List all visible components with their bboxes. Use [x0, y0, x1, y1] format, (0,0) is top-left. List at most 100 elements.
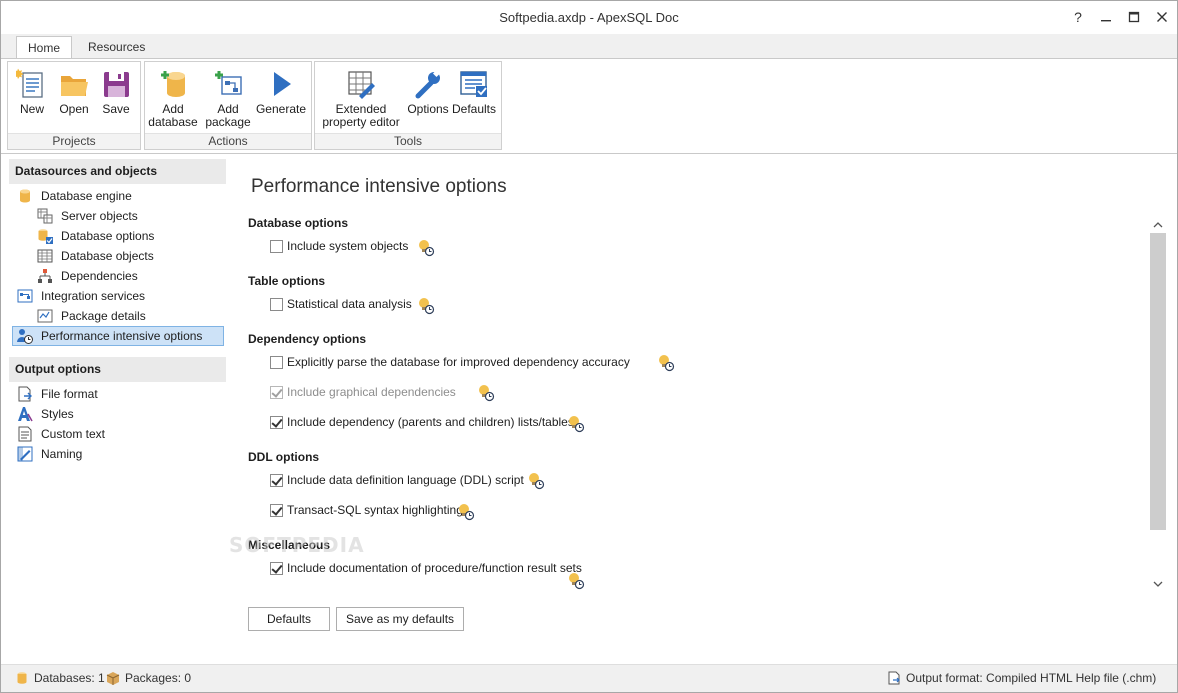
styles-icon	[18, 407, 33, 422]
database-options-icon	[38, 229, 53, 244]
status-output-format-text: Output format: Compiled HTML Help file (…	[906, 671, 1157, 685]
file-format-icon	[18, 386, 32, 402]
output-options-header: Output options	[9, 357, 226, 382]
datasources-header: Datasources and objects	[9, 159, 226, 184]
lightbulb-clock-icon	[419, 298, 435, 315]
close-icon	[1157, 12, 1167, 22]
option-include-result-sets[interactable]: Include documentation of procedure/funct…	[270, 560, 582, 576]
option-statistical-data-analysis[interactable]: Statistical data analysis	[270, 296, 412, 312]
option-include-ddl-script[interactable]: Include data definition language (DDL) s…	[270, 472, 524, 488]
open-button[interactable]: Open	[56, 64, 92, 116]
sidebar-item-package-details[interactable]: Package details	[37, 306, 146, 326]
lightbulb-clock-icon	[479, 385, 495, 402]
sidebar-label: Database objects	[61, 249, 154, 263]
property-editor-icon	[348, 71, 375, 99]
new-button[interactable]: New	[14, 64, 50, 116]
tools-group-label: Tools	[315, 133, 501, 149]
tab-home[interactable]: Home	[16, 36, 73, 60]
option-label: Include system objects	[287, 239, 409, 253]
save-as-my-defaults-button[interactable]: Save as my defaults	[336, 607, 464, 631]
options-button[interactable]: Options	[407, 64, 449, 116]
options-scrollbar[interactable]	[1150, 217, 1166, 592]
add-database-icon	[161, 71, 185, 97]
sidebar-item-integration-services[interactable]: Integration services	[17, 286, 145, 306]
generate-button[interactable]: Generate	[255, 64, 307, 116]
scrollbar-thumb[interactable]	[1150, 233, 1166, 530]
checkbox[interactable]	[270, 561, 283, 575]
database-icon	[20, 189, 30, 203]
lightbulb-clock-icon	[659, 355, 675, 372]
options-label: Options	[407, 102, 449, 116]
add-package-button[interactable]: Add package	[203, 64, 253, 129]
table-grid-icon	[37, 249, 53, 263]
checkbox[interactable]	[270, 503, 283, 517]
custom-text-icon	[18, 426, 32, 442]
performance-icon	[17, 329, 33, 344]
defaults-ribbon-button[interactable]: Defaults	[451, 64, 497, 116]
sidebar-item-database-objects[interactable]: Database objects	[37, 246, 154, 266]
dependencies-icon	[38, 269, 52, 283]
sidebar-item-database-options[interactable]: Database options	[37, 226, 154, 246]
checkbox[interactable]	[270, 415, 283, 429]
extended-property-editor-line2: property editor	[322, 115, 400, 129]
sidebar-label: Package details	[61, 309, 146, 323]
integration-services-icon	[17, 289, 33, 303]
save-disk-icon	[104, 72, 129, 97]
section-header-dependency-options: Dependency options	[248, 332, 367, 346]
watermark: SOFTPEDIA	[229, 533, 365, 557]
sidebar-item-server-objects[interactable]: Server objects	[37, 206, 138, 226]
checkbox[interactable]	[270, 297, 283, 311]
extended-property-editor-button[interactable]: Extended property editor	[319, 64, 403, 129]
status-output-format[interactable]: Output format: Compiled HTML Help file (…	[887, 671, 1156, 685]
sidebar-item-database-engine[interactable]: Database engine	[17, 186, 132, 206]
minimize-button[interactable]	[1092, 5, 1120, 29]
defaults-button[interactable]: Defaults	[248, 607, 330, 631]
section-header-table-options: Table options	[248, 274, 326, 288]
status-packages-text: Packages: 0	[125, 671, 192, 685]
option-label: Include data definition language (DDL) s…	[287, 473, 524, 487]
option-transact-sql-syntax-highlighting[interactable]: Transact-SQL syntax highlighting	[270, 502, 463, 518]
sidebar-item-dependencies[interactable]: Dependencies	[37, 266, 138, 286]
status-packages: Packages: 0	[106, 671, 191, 685]
section-header-ddl-options: DDL options	[248, 450, 320, 464]
open-label: Open	[59, 102, 89, 116]
add-database-button[interactable]: Add database	[147, 64, 199, 129]
sidebar-item-performance-intensive-options[interactable]: Performance intensive options	[12, 326, 224, 346]
sidebar-item-file-format[interactable]: File format	[17, 384, 98, 404]
sidebar-label: Database options	[61, 229, 155, 243]
ribbon: New Open Save Projects Add database Add …	[1, 58, 1177, 154]
title-bar: Softpedia.axdp - ApexSQL Doc ?	[1, 1, 1177, 34]
sidebar-item-custom-text[interactable]: Custom text	[17, 424, 105, 444]
lightbulb-clock-icon	[529, 473, 545, 490]
scroll-down-icon[interactable]	[1153, 579, 1163, 589]
projects-group: New Open Save Projects	[7, 61, 141, 150]
new-label: New	[19, 102, 44, 116]
checkbox[interactable]	[270, 473, 283, 487]
option-include-dependency-lists[interactable]: Include dependency (parents and children…	[270, 414, 574, 430]
option-explicitly-parse-database[interactable]: Explicitly parse the database for improv…	[270, 354, 630, 370]
naming-icon	[17, 446, 33, 462]
server-objects-icon	[37, 208, 53, 224]
maximize-button[interactable]	[1120, 5, 1148, 29]
save-button[interactable]: Save	[98, 64, 134, 116]
option-label: Statistical data analysis	[287, 297, 412, 311]
sidebar-item-styles[interactable]: Styles	[17, 404, 74, 424]
section-header-database-options: Database options	[248, 216, 349, 230]
checkbox[interactable]	[270, 355, 283, 369]
database-icon	[17, 672, 27, 684]
help-button[interactable]: ?	[1064, 5, 1092, 29]
play-generate-icon	[274, 72, 291, 96]
tab-resources[interactable]: Resources	[77, 36, 156, 60]
folder-open-icon	[61, 76, 88, 96]
checkbox[interactable]	[270, 385, 283, 399]
option-include-system-objects[interactable]: Include system objects	[270, 238, 408, 254]
checkbox[interactable]	[270, 239, 283, 253]
scroll-up-icon[interactable]	[1153, 220, 1163, 230]
option-include-graphical-dependencies[interactable]: Include graphical dependencies	[270, 384, 456, 400]
sidebar-item-naming[interactable]: Naming	[17, 444, 82, 464]
add-package-label-line2: package	[205, 115, 251, 129]
sidebar-label: Naming	[41, 447, 83, 461]
save-label: Save	[102, 102, 130, 116]
defaults-ribbon-label: Defaults	[451, 102, 497, 116]
close-button[interactable]	[1148, 5, 1176, 29]
